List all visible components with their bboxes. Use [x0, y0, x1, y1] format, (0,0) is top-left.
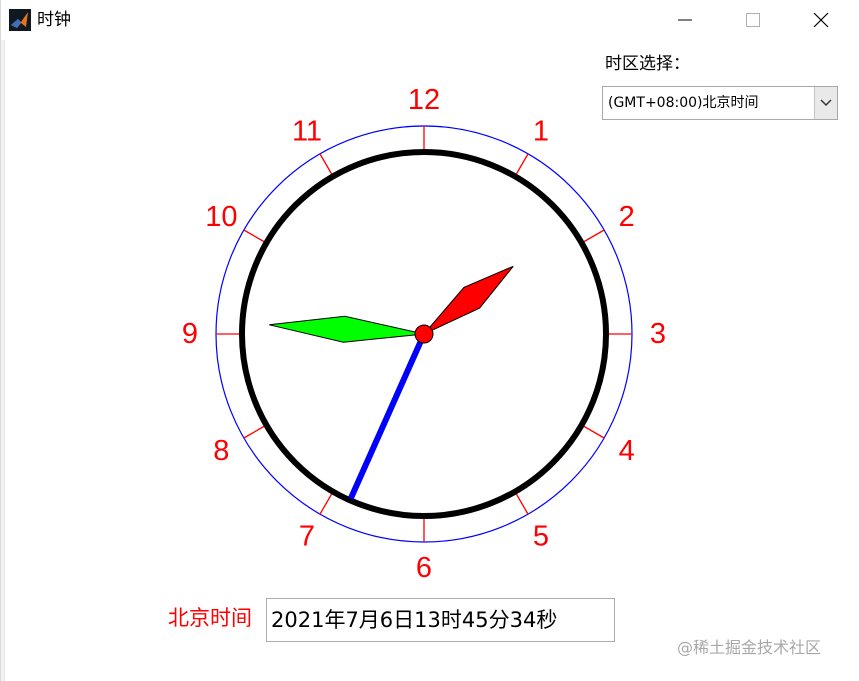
- clock-tick: [243, 229, 267, 244]
- clock-center-dot: [414, 324, 434, 344]
- clock-number: 5: [533, 521, 549, 553]
- clock-tick: [319, 153, 334, 177]
- analog-clock: 121234567891011: [182, 84, 666, 584]
- clock-tick: [243, 424, 267, 439]
- clock-number: 3: [650, 318, 666, 350]
- clock-number: 9: [182, 318, 198, 350]
- clock-number: 8: [213, 435, 229, 467]
- clock-tick: [514, 153, 529, 177]
- watermark-text: @稀土掘金技术社区: [677, 638, 822, 657]
- clock-number: 6: [416, 552, 432, 584]
- minute-hand: [269, 315, 425, 343]
- time-display-value: 2021年7月6日13时45分34秒: [271, 608, 558, 632]
- clock-number: 10: [205, 201, 237, 233]
- beijing-time-label: 北京时间: [168, 606, 252, 630]
- clock-number: 7: [299, 521, 315, 553]
- clock-tick: [514, 491, 529, 515]
- hour-hand: [423, 265, 514, 335]
- second-hand: [348, 332, 427, 500]
- clock-number: 12: [408, 84, 440, 116]
- clock-number: 2: [619, 201, 635, 233]
- time-display-field[interactable]: 2021年7月6日13时45分34秒: [266, 598, 615, 642]
- clock-tick: [581, 424, 605, 439]
- clock-number: 11: [292, 115, 322, 147]
- clock-tick: [581, 229, 605, 244]
- clock-window: 时钟 时区选择： (GMT+08:00)北京时间 12 1 2 3 4 5 6 …: [0, 0, 859, 681]
- clock-tick: [319, 491, 334, 515]
- clock-number: 4: [619, 435, 635, 467]
- clock-number: 1: [533, 115, 549, 147]
